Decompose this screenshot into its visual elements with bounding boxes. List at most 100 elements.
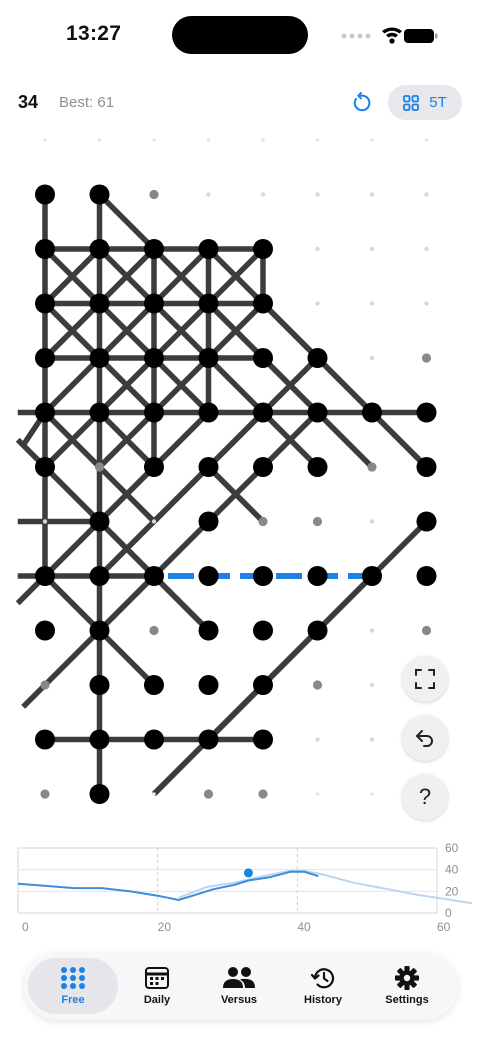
board-point: [198, 729, 219, 750]
fullscreen-icon: [415, 669, 435, 689]
restart-button[interactable]: [346, 88, 376, 118]
board-point: [253, 620, 273, 641]
empty-grid-dot: [370, 138, 374, 142]
status-time: 13:27: [66, 22, 122, 45]
signal-icon: [341, 33, 371, 39]
chart-frame: [17, 847, 438, 914]
tab-history[interactable]: History: [278, 958, 368, 1014]
undo-button[interactable]: [402, 715, 448, 761]
empty-grid-dot: [369, 355, 375, 361]
tab-daily[interactable]: Daily: [112, 958, 202, 1014]
board-point: [35, 729, 55, 750]
board-point: [253, 566, 273, 586]
dots-grid-icon: [61, 967, 85, 989]
board-point: [416, 566, 437, 586]
help-button[interactable]: ?: [402, 774, 448, 820]
empty-grid-dot: [315, 246, 320, 252]
empty-grid-dot: [42, 519, 48, 524]
empty-grid-dot: [369, 246, 375, 252]
undo-icon: [416, 730, 433, 747]
tab-history-label: History: [304, 994, 342, 1006]
candidate-dot: [149, 189, 159, 200]
board-link: [315, 356, 374, 415]
grid-icon: [403, 94, 420, 111]
candidate-dot: [258, 789, 268, 799]
board-point: [144, 239, 164, 259]
fit-view-button[interactable]: [402, 656, 448, 702]
empty-grid-dot: [206, 138, 211, 142]
board-link: [97, 628, 156, 687]
board-point: [35, 620, 55, 641]
best-score: Best: 61: [59, 94, 115, 111]
tab-settings[interactable]: Settings: [362, 958, 452, 1014]
board-point: [416, 402, 437, 423]
chart-y-tick: 20: [445, 884, 459, 898]
empty-grid-dot: [370, 792, 374, 796]
candidate-dot: [40, 789, 50, 799]
candidate-dot: [312, 680, 323, 690]
empty-grid-dot: [315, 301, 320, 306]
grid-mode-button[interactable]: 5T: [388, 85, 462, 120]
board-point: [416, 511, 437, 532]
empty-grid-dot: [424, 138, 429, 142]
tab-versus-label: Versus: [220, 994, 258, 1006]
empty-grid-dot: [315, 138, 320, 142]
empty-grid-dot: [315, 737, 320, 742]
board-point: [89, 293, 110, 314]
empty-grid-dot: [369, 301, 375, 306]
candidate-dot: [94, 462, 105, 472]
board-point: [253, 348, 273, 368]
board-point: [89, 729, 110, 750]
chart-x-tick: 20: [158, 920, 172, 934]
score-chart: 0 20 40 60 60 40 20 0: [17, 841, 473, 934]
candidate-dot: [421, 625, 432, 636]
board-point: [35, 457, 55, 477]
board-point: [362, 402, 382, 423]
tab-versus[interactable]: Versus: [194, 958, 284, 1014]
board-point: [307, 348, 328, 368]
board-point: [253, 729, 273, 750]
empty-grid-dot: [424, 246, 429, 252]
board-link: [370, 410, 429, 469]
current-score: 34: [18, 92, 39, 112]
board-point: [253, 293, 273, 314]
empty-grid-dot: [260, 192, 266, 197]
board-point: [253, 239, 273, 259]
game-board[interactable]: [0, 130, 480, 820]
dynamic-island: [172, 16, 308, 54]
chart-y-tick: 40: [445, 863, 459, 877]
board-point: [144, 675, 164, 695]
empty-grid-dot: [97, 138, 102, 142]
board-point: [144, 402, 164, 423]
board-point: [89, 784, 110, 804]
board-link: [152, 574, 211, 633]
empty-grid-dot: [43, 138, 47, 142]
board-point: [35, 184, 55, 205]
board-point: [89, 348, 110, 368]
candidate-dot: [40, 680, 50, 690]
board-link: [97, 192, 156, 251]
tab-daily-label: Daily: [143, 994, 171, 1006]
board-point: [198, 293, 219, 314]
people-icon: [223, 967, 255, 988]
empty-grid-dot: [315, 792, 320, 796]
calendar-icon: [145, 967, 169, 989]
board-point: [198, 511, 219, 532]
candidate-dot: [149, 625, 159, 636]
board-point: [144, 566, 164, 586]
board-point: [89, 239, 110, 259]
empty-grid-dot: [261, 138, 265, 142]
mode-label: 5T: [429, 94, 447, 111]
board-point: [89, 402, 110, 423]
tab-free[interactable]: Free: [28, 958, 118, 1014]
empty-grid-dot: [152, 792, 156, 796]
board-point: [198, 348, 219, 368]
candidate-dot: [421, 353, 432, 363]
chart-x-tick: 0: [22, 920, 29, 934]
board-point: [144, 348, 164, 368]
candidate-dot: [203, 789, 214, 799]
board-point: [198, 566, 219, 586]
board-point: [89, 184, 110, 205]
chart-series-line: [17, 870, 319, 902]
board-link: [315, 410, 374, 469]
